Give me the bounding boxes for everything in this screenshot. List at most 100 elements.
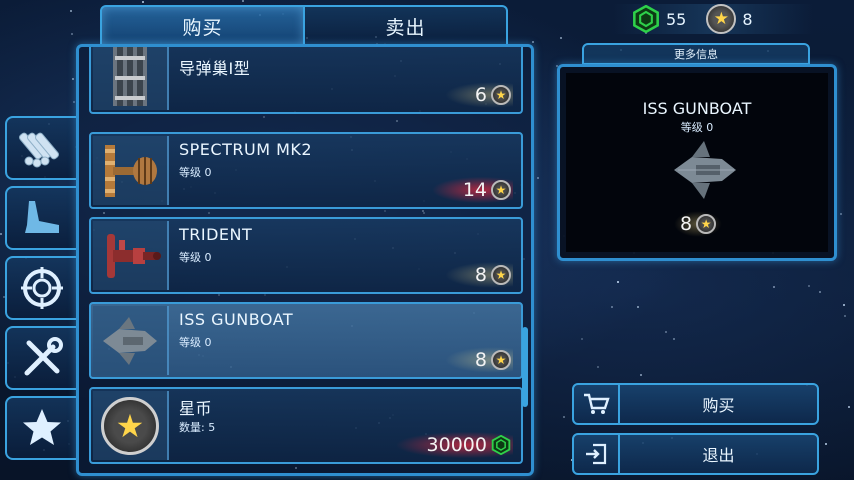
list-item-trident[interactable]: TRIDENT 等级 0 8 ★ bbox=[89, 217, 523, 294]
item-price: 8 ★ bbox=[444, 347, 513, 373]
star-dot bbox=[843, 314, 846, 317]
tools-icon bbox=[24, 337, 63, 376]
star-dot bbox=[72, 77, 75, 80]
gunboat-icon bbox=[103, 316, 157, 365]
star-dot bbox=[825, 443, 828, 446]
star-dot bbox=[636, 306, 639, 309]
item-name: TRIDENT bbox=[179, 225, 253, 244]
item-name: 星币 bbox=[179, 399, 213, 418]
item-thumbnail bbox=[93, 136, 169, 205]
cannon-icon bbox=[105, 144, 157, 197]
category-sidebar bbox=[5, 116, 77, 466]
price-value: 14 bbox=[462, 179, 487, 201]
list-item-iss-gunboat[interactable]: ISS GUNBOAT 等级 0 8 ★ bbox=[89, 302, 523, 379]
star-dot bbox=[69, 10, 72, 13]
star-count: 8 bbox=[742, 9, 753, 29]
star-dot bbox=[616, 281, 619, 284]
star-dot bbox=[639, 373, 642, 376]
gem-icon bbox=[633, 5, 659, 33]
category-weapon-button[interactable] bbox=[5, 256, 77, 320]
star-dot bbox=[142, 1, 145, 4]
star-coin-icon: ★ bbox=[696, 214, 717, 234]
item-list[interactable]: 导弹巢Ⅰ型 6 ★ SPECTRUM MK2 等级 0 14 ★ TRIDENT… bbox=[76, 44, 534, 476]
tab-sell[interactable]: 卖出 bbox=[305, 5, 508, 47]
item-thumbnail bbox=[93, 306, 169, 375]
star-dot bbox=[808, 284, 811, 287]
exit-button[interactable]: 退出 bbox=[572, 433, 819, 475]
list-item-spectrum-mk2[interactable]: SPECTRUM MK2 等级 0 14 ★ bbox=[89, 132, 523, 209]
star-dot bbox=[537, 177, 540, 180]
item-price: 8 ★ bbox=[444, 262, 513, 288]
item-price-insufficient: 30000 bbox=[396, 432, 513, 458]
star-icon bbox=[23, 409, 61, 445]
star-dot bbox=[819, 291, 822, 294]
star-dot bbox=[580, 338, 583, 341]
item-thumbnail bbox=[93, 221, 169, 290]
price-value: 8 bbox=[680, 213, 693, 235]
item-price-insufficient: 14 ★ bbox=[432, 177, 513, 203]
item-level: 等级 0 bbox=[179, 336, 212, 349]
item-name: SPECTRUM MK2 bbox=[179, 140, 313, 159]
category-tools-button[interactable] bbox=[5, 326, 77, 390]
star-dot bbox=[70, 32, 73, 35]
gunboat-preview-icon bbox=[674, 141, 736, 199]
star-coin-icon: ★ bbox=[706, 4, 737, 34]
star-coin-icon: ★ bbox=[491, 180, 511, 200]
trident-gun-icon bbox=[107, 233, 161, 278]
star-dot bbox=[843, 303, 846, 306]
target-icon bbox=[21, 267, 63, 309]
ammo-icon bbox=[19, 132, 59, 168]
category-ammo-button[interactable] bbox=[5, 116, 77, 180]
star-coin-large-icon: ★ bbox=[101, 396, 159, 455]
item-quantity: 数量: 5 bbox=[179, 421, 216, 434]
star-dot bbox=[597, 366, 600, 369]
item-level: 等级 0 bbox=[179, 251, 212, 264]
star-dot bbox=[562, 415, 565, 418]
info-price: 8 ★ bbox=[674, 211, 723, 237]
list-scrollbar[interactable] bbox=[522, 327, 528, 407]
ship-fin-icon bbox=[25, 201, 59, 233]
star-dot bbox=[610, 305, 613, 308]
price-value: 6 bbox=[474, 84, 487, 106]
star-dot bbox=[664, 331, 667, 334]
category-ship-button[interactable] bbox=[5, 186, 77, 250]
list-item-missile-nest[interactable]: 导弹巢Ⅰ型 6 ★ bbox=[89, 47, 523, 114]
item-thumbnail: ★ bbox=[93, 391, 169, 460]
star-dot bbox=[773, 286, 776, 289]
price-value: 8 bbox=[474, 349, 487, 371]
gem-icon bbox=[491, 435, 511, 455]
cart-icon bbox=[584, 393, 610, 414]
info-panel: ISS GUNBOAT 等级 0 8 ★ bbox=[557, 64, 837, 261]
shop-tabs: 购买 卖出 bbox=[100, 5, 508, 47]
star-dot bbox=[839, 213, 842, 216]
star-coin-icon: ★ bbox=[491, 85, 511, 105]
list-item-star-coin[interactable]: ★ 星币 数量: 5 30000 bbox=[89, 387, 523, 464]
item-name: ISS GUNBOAT bbox=[179, 310, 294, 329]
star-coin-icon: ★ bbox=[491, 350, 511, 370]
currency-bar: 55 ★ 8 bbox=[612, 4, 814, 34]
star-dot bbox=[847, 405, 850, 408]
star-dot bbox=[0, 232, 3, 235]
exit-icon bbox=[586, 443, 607, 465]
info-panel-body: ISS GUNBOAT 等级 0 8 ★ bbox=[566, 73, 828, 252]
item-level: 等级 0 bbox=[179, 166, 212, 179]
gem-count: 55 bbox=[666, 9, 687, 29]
info-item-name: ISS GUNBOAT bbox=[642, 99, 752, 118]
category-special-button[interactable] bbox=[5, 396, 77, 460]
info-panel-header: 更多信息 bbox=[582, 43, 810, 65]
exit-icon-box bbox=[574, 435, 620, 473]
price-value: 8 bbox=[474, 264, 487, 286]
missile-rack-icon bbox=[113, 47, 147, 106]
star-dot bbox=[241, 0, 244, 2]
info-item-level: 等级 0 bbox=[680, 121, 714, 134]
buy-button-label: 购买 bbox=[702, 396, 735, 415]
tab-buy[interactable]: 购买 bbox=[100, 5, 305, 47]
item-price: 6 ★ bbox=[444, 82, 513, 108]
item-name: 导弹巢Ⅰ型 bbox=[179, 59, 251, 78]
buy-button[interactable]: 购买 bbox=[572, 383, 819, 425]
cart-icon-box bbox=[574, 385, 620, 423]
star-dot bbox=[673, 338, 676, 341]
exit-button-label: 退出 bbox=[702, 446, 735, 465]
star-dot bbox=[560, 36, 563, 39]
item-thumbnail bbox=[93, 47, 169, 110]
